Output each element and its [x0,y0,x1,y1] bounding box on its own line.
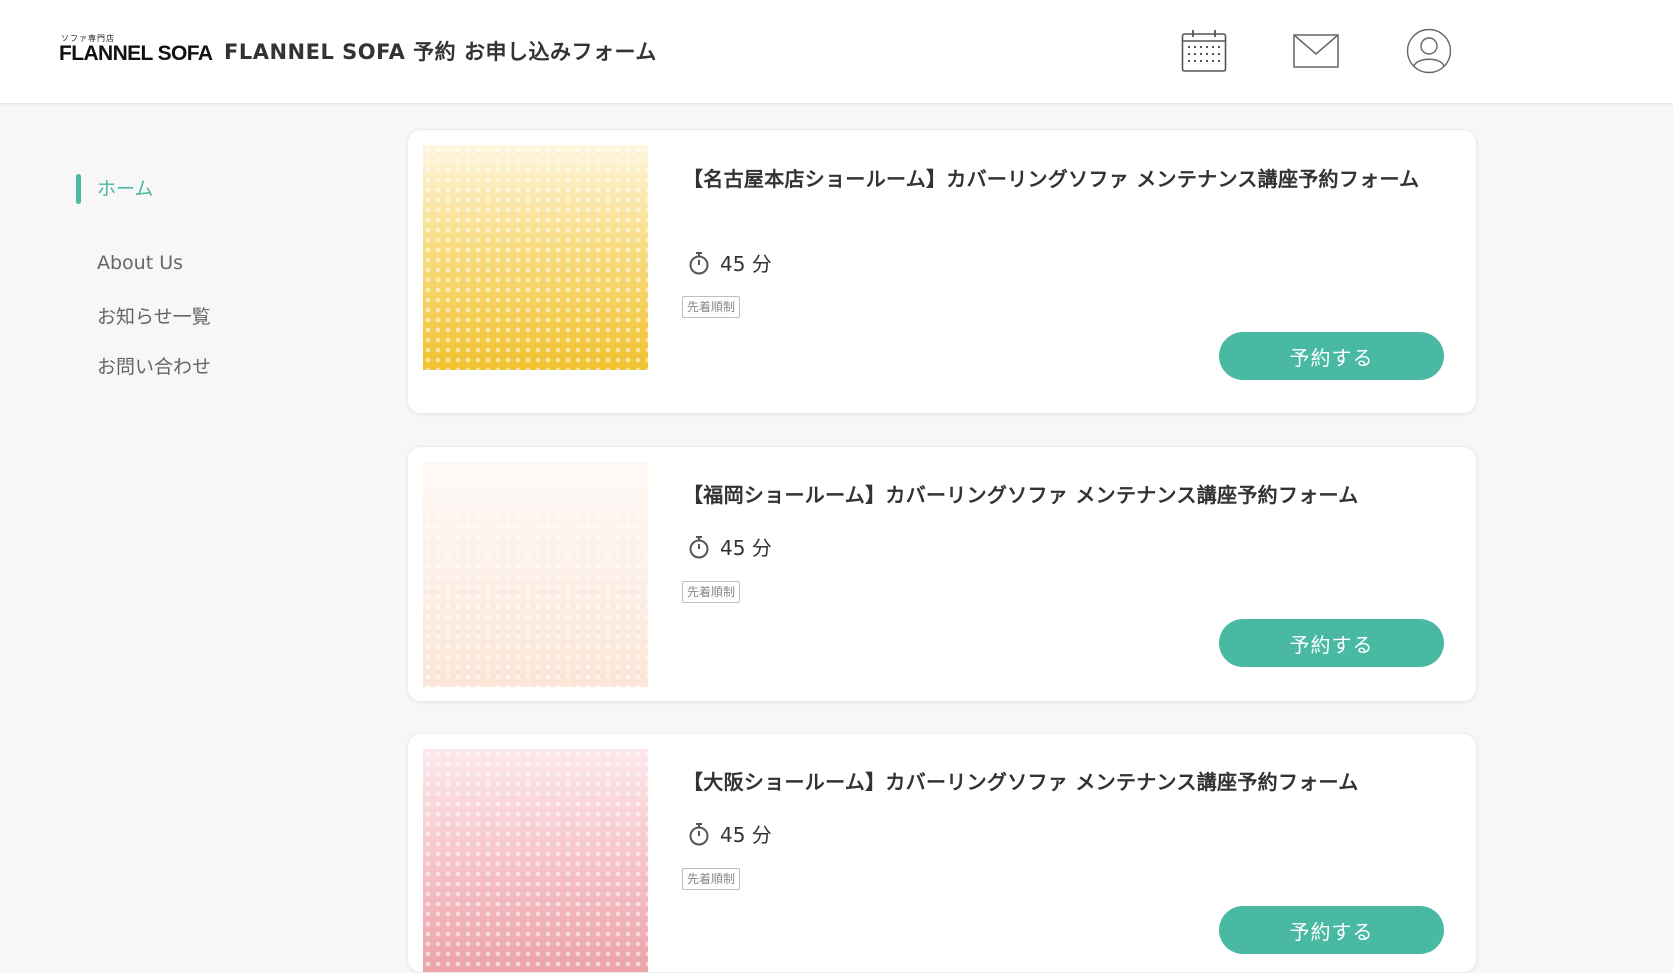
duration-text: 45 分 [720,252,772,276]
sidebar-item-home[interactable]: ホーム [97,174,153,201]
reserve-button[interactable]: 予約する [1219,906,1444,954]
sidebar-item-contact[interactable]: お問い合わせ [97,352,211,379]
card-duration: 45 分 [688,819,772,848]
brand-logo[interactable]: ソファ専門店 FLANNEL SOFA [59,33,213,67]
user-icon [1406,28,1452,74]
reservation-card: 【福岡ショールーム】カバーリングソファ メンテナンス講座予約フォーム 45 分 … [407,446,1477,702]
app-header: ソファ専門店 FLANNEL SOFA FLANNEL SOFA 予約 お申し込… [0,0,1673,104]
card-title[interactable]: 【名古屋本店ショールーム】カバーリングソファ メンテナンス講座予約フォーム [683,163,1453,196]
duration-text: 45 分 [720,823,772,847]
reservation-card: 【名古屋本店ショールーム】カバーリングソファ メンテナンス講座予約フォーム 45… [407,129,1477,414]
stopwatch-icon [689,251,709,274]
calendar-icon [1181,30,1227,72]
first-come-badge: 先着順制 [682,581,741,603]
reserve-button[interactable]: 予約する [1219,619,1444,667]
reserve-button[interactable]: 予約する [1219,332,1444,380]
card-thumbnail[interactable] [423,749,648,972]
card-duration: 45 分 [688,532,772,561]
mail-button[interactable] [1292,28,1340,74]
first-come-badge: 先着順制 [682,296,741,318]
mail-icon [1293,34,1339,68]
reservation-card: 【大阪ショールーム】カバーリングソファ メンテナンス講座予約フォーム 45 分 … [407,733,1477,973]
card-thumbnail[interactable] [423,462,648,687]
calendar-button[interactable] [1180,28,1228,74]
first-come-badge: 先着順制 [682,868,741,890]
sidebar-item-about[interactable]: About Us [97,252,183,274]
logo-wordmark: FLANNEL SOFA [59,42,213,65]
duration-text: 45 分 [720,536,772,560]
card-duration: 45 分 [688,248,772,277]
stopwatch-icon [689,822,709,845]
card-title[interactable]: 【福岡ショールーム】カバーリングソファ メンテナンス講座予約フォーム [683,479,1453,512]
active-indicator [76,174,81,204]
stopwatch-icon [689,535,709,558]
page-title: FLANNEL SOFA 予約 お申し込みフォーム [224,40,657,64]
sidebar-item-news[interactable]: お知らせ一覧 [97,302,211,329]
card-title[interactable]: 【大阪ショールーム】カバーリングソファ メンテナンス講座予約フォーム [683,766,1453,799]
user-account-button[interactable] [1405,28,1453,74]
card-thumbnail[interactable] [423,145,648,370]
